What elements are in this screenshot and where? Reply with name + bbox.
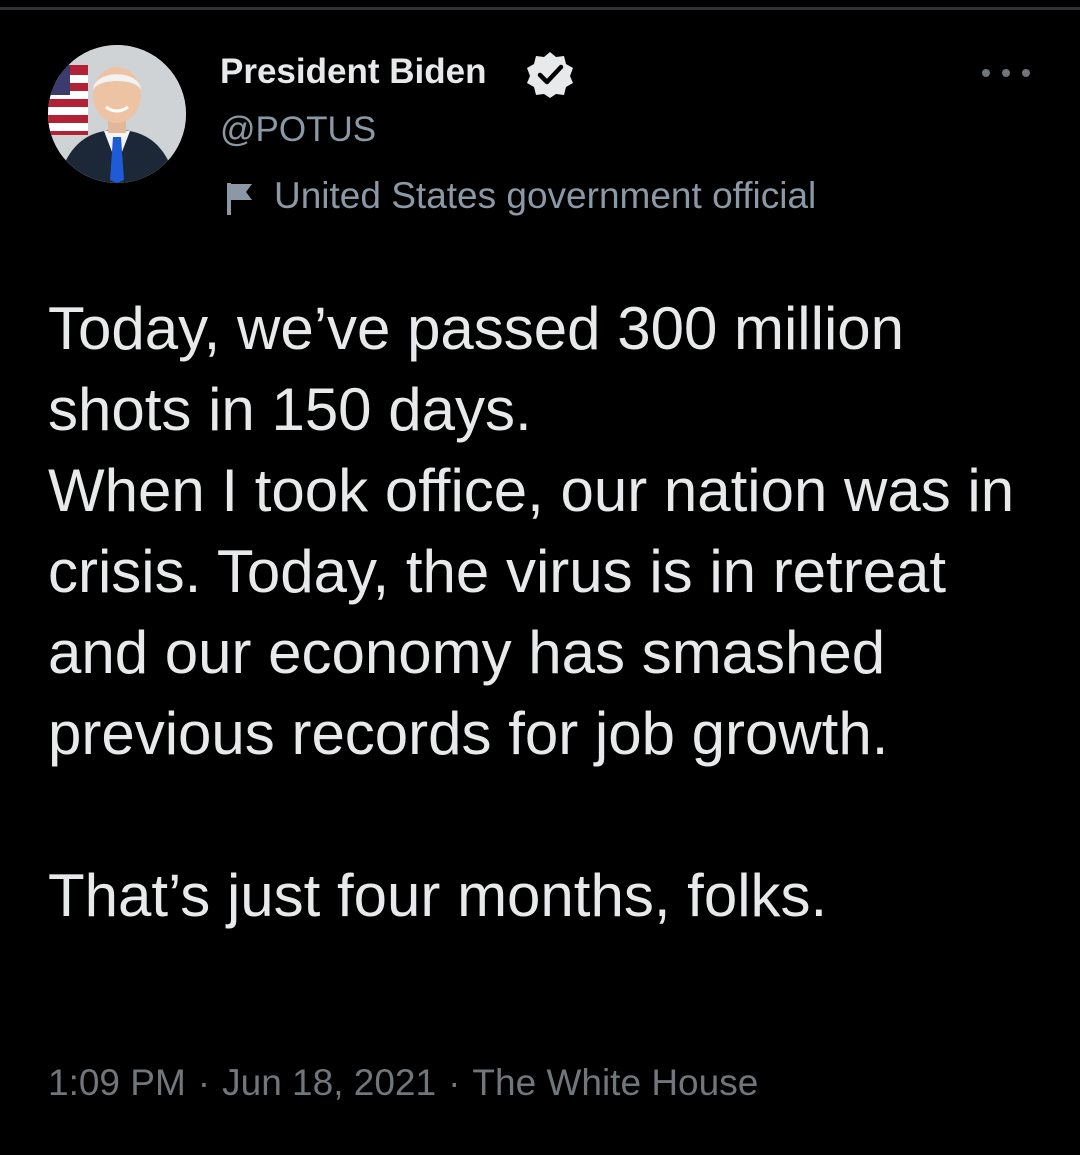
verified-badge-icon: [527, 52, 573, 98]
more-dot: [982, 69, 990, 77]
display-name[interactable]: President Biden: [220, 52, 486, 92]
tweet-source[interactable]: The White House: [472, 1062, 758, 1103]
tweet-date[interactable]: Jun 18, 2021: [222, 1062, 436, 1103]
tweet-meta: 1:09 PM · Jun 18, 2021 · The White House: [48, 1062, 758, 1104]
flag-icon: [227, 183, 252, 215]
top-divider: [0, 7, 1080, 10]
more-dot: [1002, 69, 1010, 77]
more-dot: [1022, 69, 1030, 77]
handle[interactable]: @POTUS: [220, 110, 376, 150]
avatar-image: [48, 45, 186, 183]
meta-separator: ·: [448, 1062, 461, 1103]
tweet-text: Today, we’ve passed 300 million shots in…: [48, 295, 1015, 929]
tweet-time[interactable]: 1:09 PM: [48, 1062, 186, 1103]
avatar[interactable]: [48, 45, 186, 183]
government-label[interactable]: United States government official: [274, 175, 816, 217]
more-options-icon[interactable]: [982, 58, 1030, 88]
meta-separator: ·: [197, 1062, 211, 1103]
